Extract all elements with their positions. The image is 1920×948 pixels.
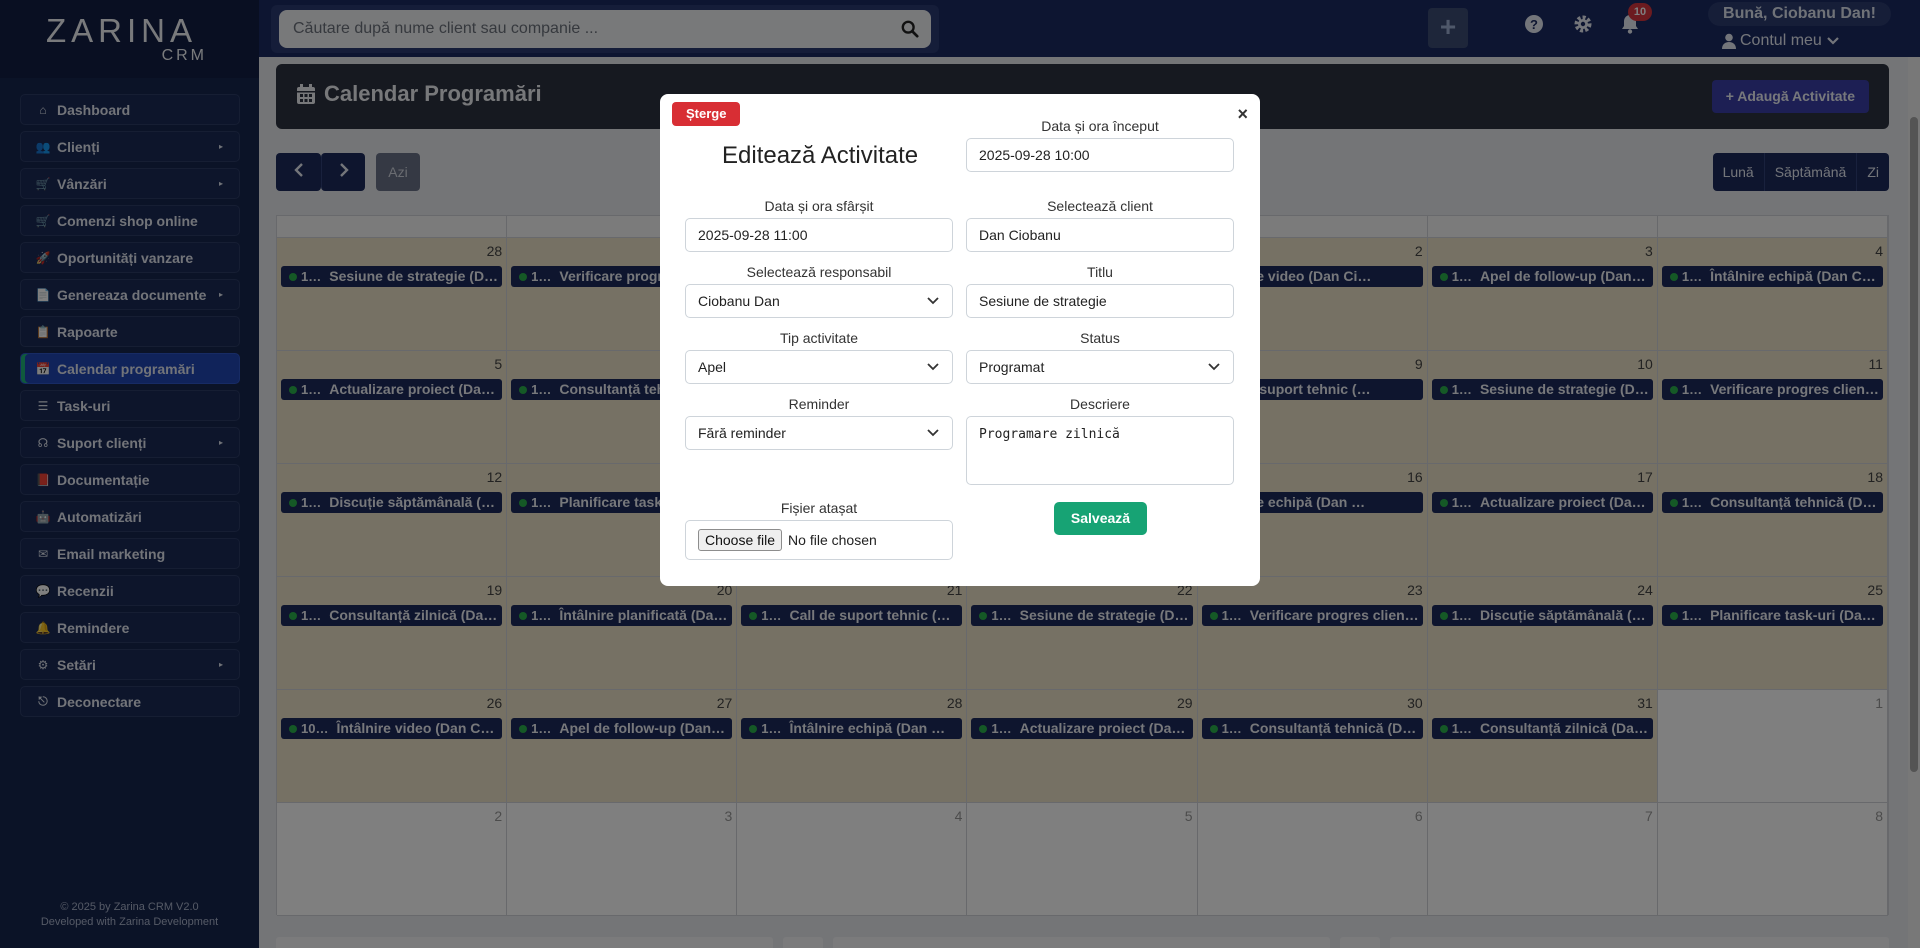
edit-activity-modal: Șterge × Editează Activitate Data și ora… (660, 94, 1260, 586)
client-input[interactable]: Dan Ciobanu (966, 218, 1234, 252)
description-textarea[interactable]: Programare zilnică (966, 416, 1234, 485)
file-status: No file chosen (788, 532, 877, 548)
reminder-value: Fără reminder (698, 425, 786, 441)
close-icon[interactable]: × (1237, 104, 1248, 125)
start-label: Data și ora început (1041, 118, 1159, 134)
responsible-label: Selectează responsabil (746, 264, 892, 280)
status-label: Status (1080, 330, 1120, 346)
title-label: Titlu (1087, 264, 1113, 280)
end-label: Data și ora sfârșit (764, 198, 874, 214)
description-value: Programare zilnică (979, 427, 1120, 442)
client-label: Selectează client (1047, 198, 1153, 214)
activity-type-select[interactable]: Apel (685, 350, 953, 384)
delete-button[interactable]: Șterge (672, 102, 741, 126)
status-select[interactable]: Programat (966, 350, 1234, 384)
title-input[interactable]: Sesiune de strategie (966, 284, 1234, 318)
reminder-select[interactable]: Fără reminder (685, 416, 953, 450)
client-value: Dan Ciobanu (979, 227, 1061, 243)
reminder-label: Reminder (788, 396, 850, 412)
activity-type-value: Apel (698, 359, 727, 375)
start-datetime-input[interactable]: 2025-09-28 10:00 (966, 138, 1234, 172)
chevron-down-icon (1208, 363, 1220, 371)
start-datetime-value: 2025-09-28 10:00 (979, 147, 1090, 163)
file-label: Fișier atașat (780, 500, 858, 516)
chevron-down-icon (927, 429, 939, 437)
responsible-value: Ciobanu Dan (698, 293, 780, 309)
description-label: Descriere (1070, 396, 1130, 412)
end-datetime-input[interactable]: 2025-09-28 11:00 (685, 218, 953, 252)
chevron-down-icon (927, 363, 939, 371)
modal-title: Editează Activitate (722, 142, 919, 169)
type-label: Tip activitate (779, 330, 859, 346)
title-value: Sesiune de strategie (979, 293, 1107, 309)
save-button[interactable]: Salvează (1054, 502, 1147, 535)
file-input[interactable]: Choose file No file chosen (685, 520, 953, 560)
end-datetime-value: 2025-09-28 11:00 (698, 227, 808, 243)
choose-file-button[interactable]: Choose file (698, 529, 783, 551)
chevron-down-icon (927, 297, 939, 305)
responsible-select[interactable]: Ciobanu Dan (685, 284, 953, 318)
status-value: Programat (979, 359, 1045, 375)
